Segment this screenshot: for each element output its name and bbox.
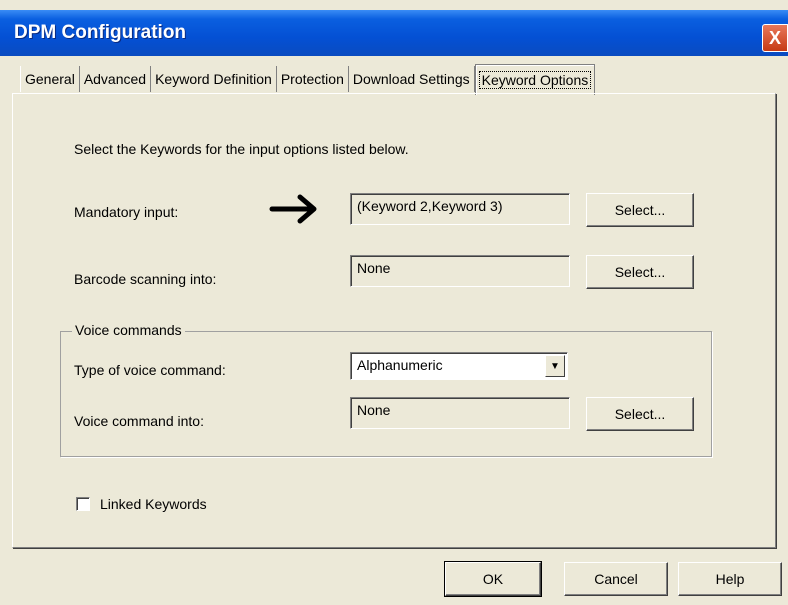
barcode-scanning-field[interactable]: None: [350, 255, 570, 287]
voice-type-label: Type of voice command:: [74, 362, 226, 378]
linked-keywords-checkbox[interactable]: [76, 497, 90, 511]
voice-type-value: Alphanumeric: [357, 357, 443, 373]
barcode-scanning-label: Barcode scanning into:: [74, 271, 217, 287]
tab-keyword-definition[interactable]: Keyword Definition: [151, 66, 277, 92]
tab-download-settings[interactable]: Download Settings: [349, 66, 475, 92]
voice-commands-legend: Voice commands: [72, 322, 185, 338]
mandatory-select-button[interactable]: Select...: [586, 193, 694, 227]
tab-advanced[interactable]: Advanced: [80, 66, 152, 92]
title-bar[interactable]: DPM Configuration X: [0, 10, 788, 56]
dropdown-button[interactable]: ▼: [545, 355, 565, 377]
instruction-text: Select the Keywords for the input option…: [74, 141, 409, 157]
voice-select-button[interactable]: Select...: [586, 397, 694, 431]
close-icon: X: [768, 27, 781, 48]
linked-keywords-label: Linked Keywords: [100, 496, 207, 512]
tab-strip: General Advanced Keyword Definition Prot…: [20, 64, 596, 95]
tab-panel: [12, 93, 776, 548]
tab-general[interactable]: General: [20, 66, 80, 92]
chevron-down-icon: ▼: [550, 360, 560, 372]
voice-commands-group: [60, 331, 712, 457]
help-button[interactable]: Help: [678, 562, 782, 596]
mandatory-input-field[interactable]: (Keyword 2,Keyword 3): [350, 193, 570, 225]
arrow-right-icon: [269, 194, 317, 224]
voice-type-select[interactable]: Alphanumeric ▼: [350, 352, 568, 380]
voice-into-label: Voice command into:: [74, 413, 204, 429]
mandatory-input-label: Mandatory input:: [74, 204, 179, 220]
cancel-button[interactable]: Cancel: [564, 562, 668, 596]
ok-button[interactable]: OK: [444, 561, 542, 597]
window-title: DPM Configuration: [14, 22, 187, 43]
dpm-configuration-window: DPM Configuration X General Advanced Key…: [0, 0, 788, 605]
tab-protection[interactable]: Protection: [277, 66, 349, 92]
barcode-select-button[interactable]: Select...: [586, 255, 694, 289]
voice-into-field[interactable]: None: [350, 397, 570, 429]
tab-keyword-options[interactable]: Keyword Options: [474, 64, 596, 95]
close-button[interactable]: X: [762, 24, 788, 52]
